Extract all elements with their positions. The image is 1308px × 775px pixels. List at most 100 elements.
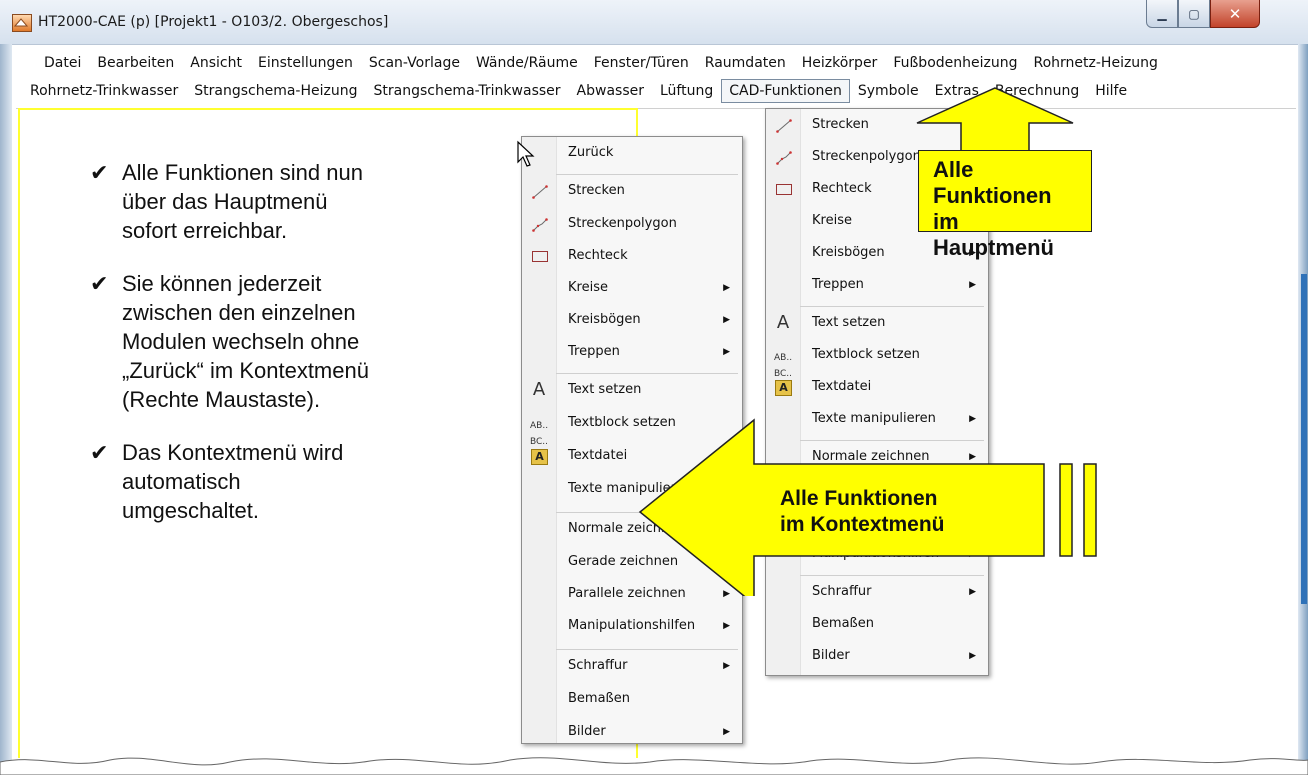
menu-datei[interactable]: Datei bbox=[36, 51, 89, 75]
menu-separator bbox=[556, 649, 738, 650]
bullet-item: ✔ Sie können jederzeit zwischen den einze… bbox=[90, 269, 420, 414]
menu-item-rechteck[interactable]: Rechteck bbox=[522, 244, 742, 268]
textblock-icon: AB.. BC.. bbox=[530, 421, 549, 447]
menu-item-bilder[interactable]: Bilder ▶ bbox=[766, 644, 988, 668]
bullet-item: ✔ Alle Funktionen sind nun über das Haupt… bbox=[90, 158, 420, 245]
menu-item-label: Bemaßen bbox=[812, 616, 874, 631]
menu-bearbeiten[interactable]: Bearbeiten bbox=[89, 51, 182, 75]
menu-strangschema-trinkwasser[interactable]: Strangschema-Trinkwasser bbox=[365, 79, 568, 103]
menu-item-label: Bemaßen bbox=[568, 691, 630, 706]
checkmark-icon: ✔ bbox=[90, 160, 109, 185]
minimize-button[interactable]: ▁ bbox=[1146, 0, 1178, 28]
mouse-cursor-icon bbox=[517, 140, 535, 167]
menu-separator bbox=[556, 174, 738, 175]
menu-item-label: Manipulationshilfen bbox=[568, 618, 696, 633]
menu-item-label: Bilder bbox=[568, 724, 606, 739]
menu-item-text-setzen[interactable]: A Text setzen bbox=[522, 378, 742, 402]
menu-cad-funktionen[interactable]: CAD-Funktionen bbox=[721, 79, 850, 103]
menu-item-treppen[interactable]: Treppen ▶ bbox=[766, 273, 988, 297]
bullet-text: Alle Funktionen sind nun über das Hauptm… bbox=[122, 160, 363, 243]
torn-edge bbox=[0, 757, 1308, 775]
menu-item-schraffur[interactable]: Schraffur ▶ bbox=[522, 654, 742, 678]
callout-main-menu: Alle Funktionen im Hauptmenü bbox=[918, 150, 1092, 260]
menu-item-label: Textdatei bbox=[568, 448, 628, 463]
menu-item-textdatei[interactable]: A Textdatei bbox=[766, 375, 988, 399]
window-frame-left bbox=[0, 44, 12, 775]
textfile-icon: A bbox=[530, 448, 548, 465]
menu-item-label: Kreise bbox=[812, 213, 852, 228]
menu-separator bbox=[556, 373, 738, 374]
textblock-icon: AB.. BC.. bbox=[774, 353, 793, 379]
polyline-icon bbox=[530, 216, 548, 232]
menu-item-label: Streckenpolygon bbox=[568, 216, 677, 231]
app-icon[interactable] bbox=[12, 14, 32, 32]
menu-item-zurück[interactable]: Zurück bbox=[522, 141, 742, 165]
menu-item-strecken[interactable]: Strecken bbox=[522, 179, 742, 203]
rectangle-icon bbox=[774, 181, 792, 197]
menu-item-bilder[interactable]: Bilder ▶ bbox=[522, 720, 742, 744]
submenu-arrow-icon: ▶ bbox=[723, 283, 730, 293]
menu-item-label: Text setzen bbox=[568, 382, 642, 397]
menu-rohrnetz-heizung[interactable]: Rohrnetz-Heizung bbox=[1026, 51, 1166, 75]
menu-heizkörper[interactable]: Heizkörper bbox=[794, 51, 886, 75]
maximize-button[interactable]: ▢ bbox=[1178, 0, 1210, 28]
menu-rohrnetz-trinkwasser[interactable]: Rohrnetz-Trinkwasser bbox=[22, 79, 186, 103]
menu-strangschema-heizung[interactable]: Strangschema-Heizung bbox=[186, 79, 365, 103]
bullet-text: Das Kontextmenü wird automatisch umgesch… bbox=[122, 440, 344, 523]
checkmark-icon: ✔ bbox=[90, 271, 109, 296]
menu-raumdaten[interactable]: Raumdaten bbox=[697, 51, 794, 75]
menu-item-bemaßen[interactable]: Bemaßen bbox=[766, 612, 988, 636]
menu-fußbodenheizung[interactable]: Fußbodenheizung bbox=[885, 51, 1025, 75]
menu-item-label: Schraffur bbox=[568, 658, 628, 673]
menu-item-label: Text setzen bbox=[812, 315, 886, 330]
menu-row-1: Datei Bearbeiten Ansicht Einstellungen Scan-… bbox=[36, 50, 1166, 76]
window-frame-right bbox=[1298, 44, 1308, 775]
window-title: HT2000-CAE (p) [Projekt1 - O103/2. Oberg… bbox=[38, 14, 389, 30]
menu-item-label: Treppen bbox=[568, 344, 620, 359]
menu-item-bemaßen[interactable]: Bemaßen bbox=[522, 687, 742, 711]
menu-item-label: Strecken bbox=[568, 183, 625, 198]
menu-item-streckenpolygon[interactable]: Streckenpolygon bbox=[522, 212, 742, 236]
menu-abwasser[interactable]: Abwasser bbox=[569, 79, 652, 103]
menu-item-label: Kreisbögen bbox=[568, 312, 641, 327]
menu-item-label: Textblock setzen bbox=[812, 347, 920, 362]
menu-item-kreisbögen[interactable]: Kreisbögen ▶ bbox=[522, 308, 742, 332]
submenu-arrow-icon: ▶ bbox=[969, 651, 976, 661]
app-window: HT2000-CAE (p) [Projekt1 - O103/2. Oberg… bbox=[0, 0, 1308, 775]
line-icon bbox=[530, 183, 548, 199]
menu-item-label: Strecken bbox=[812, 117, 869, 132]
menu-item-label: Treppen bbox=[812, 277, 864, 292]
submenu-arrow-icon: ▶ bbox=[969, 280, 976, 290]
menu-item-text-setzen[interactable]: A Text setzen bbox=[766, 311, 988, 335]
menu-item-label: Rechteck bbox=[812, 181, 872, 196]
textfile-icon: A bbox=[774, 379, 792, 396]
text-icon: A bbox=[532, 379, 546, 400]
menu-item-textblock-setzen[interactable]: AB.. BC.. Textblock setzen bbox=[766, 343, 988, 379]
menu-item-label: Kreisbögen bbox=[812, 245, 885, 260]
menu-einstellungen[interactable]: Einstellungen bbox=[250, 51, 361, 75]
close-button[interactable]: ✕ bbox=[1210, 0, 1260, 28]
submenu-arrow-icon: ▶ bbox=[723, 315, 730, 325]
submenu-arrow-icon: ▶ bbox=[723, 621, 730, 631]
canvas-border-top bbox=[18, 108, 638, 110]
menu-item-label: Zurück bbox=[568, 145, 614, 160]
menu-scan-vorlage[interactable]: Scan-Vorlage bbox=[361, 51, 468, 75]
menu-fenster-türen[interactable]: Fenster/Türen bbox=[586, 51, 697, 75]
title-bar[interactable]: HT2000-CAE (p) [Projekt1 - O103/2. Oberg… bbox=[0, 0, 1308, 45]
menu-wände-räume[interactable]: Wände/Räume bbox=[468, 51, 586, 75]
menu-item-treppen[interactable]: Treppen ▶ bbox=[522, 340, 742, 364]
window-controls: ▁ ▢ ✕ bbox=[1146, 0, 1260, 28]
menu-separator bbox=[800, 306, 984, 307]
callout-context-menu: Alle Funktionen im Kontextmenü bbox=[780, 486, 1020, 546]
canvas-border-left bbox=[18, 108, 20, 758]
menu-hilfe[interactable]: Hilfe bbox=[1087, 79, 1135, 103]
menu-ansicht[interactable]: Ansicht bbox=[182, 51, 250, 75]
menu-item-label: Textdatei bbox=[812, 379, 872, 394]
menu-item-manipulationshilfen[interactable]: Manipulationshilfen ▶ bbox=[522, 614, 742, 638]
bullet-text: Sie können jederzeit zwischen den einzel… bbox=[122, 271, 369, 412]
line-icon bbox=[774, 117, 792, 133]
menu-item-kreise[interactable]: Kreise ▶ bbox=[522, 276, 742, 300]
text-icon: A bbox=[776, 312, 790, 333]
submenu-arrow-icon: ▶ bbox=[723, 727, 730, 737]
menu-lüftung[interactable]: Lüftung bbox=[652, 79, 721, 103]
